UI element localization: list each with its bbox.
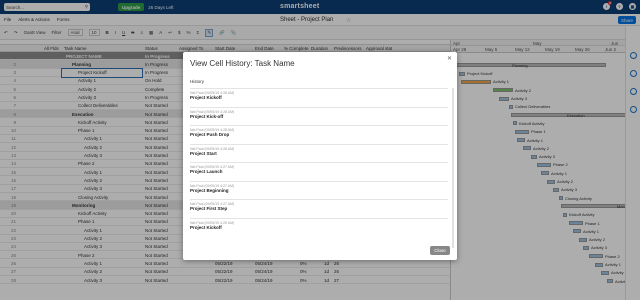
- cell-history-dialog: View Cell History: Task Name ✕ History N…: [183, 52, 457, 260]
- close-button[interactable]: Close: [430, 246, 450, 255]
- history-entry-value: Project Launch: [190, 169, 223, 174]
- close-icon[interactable]: ✕: [447, 55, 452, 62]
- history-entry: Nat Paul (09/05/19 4:28 AM) Project Kick-…: [190, 106, 448, 125]
- dialog-scrollbar[interactable]: [452, 88, 454, 248]
- history-entry: Nat Paul (09/05/19 4:25 AM) Project Kicko…: [190, 217, 448, 236]
- history-entry-value: Project First Step: [190, 206, 228, 211]
- history-entry: Nat Paul (09/05/19 4:28 AM) Project Push …: [190, 125, 448, 143]
- history-entry-value: Project Kickoff: [190, 224, 222, 230]
- history-entry-value: Project Beginning: [190, 187, 229, 193]
- history-entry: Nat Paul (09/05/19 4:27 AM) Project First…: [190, 199, 448, 217]
- history-entry-value: Project Kick-off: [190, 113, 224, 119]
- history-entry: Nat Paul (09/05/19 4:27 AM) Project Begin…: [190, 180, 448, 199]
- history-entry: Nat Paul (09/05/19 4:28 AM) Project Start: [190, 143, 448, 162]
- history-entry: Nat Paul (09/05/19 4:28 AM) Project Kicko…: [190, 88, 448, 106]
- history-entry-value: Project Start: [190, 150, 217, 156]
- history-label: History: [190, 79, 205, 84]
- history-entry-value: Project Push Drop: [190, 132, 230, 137]
- history-entry: Nat Paul (09/05/19 4:27 AM) Project Launc…: [190, 162, 448, 180]
- dialog-title: View Cell History: Task Name: [190, 59, 295, 68]
- history-entry-value: Project Kickoff: [190, 95, 222, 100]
